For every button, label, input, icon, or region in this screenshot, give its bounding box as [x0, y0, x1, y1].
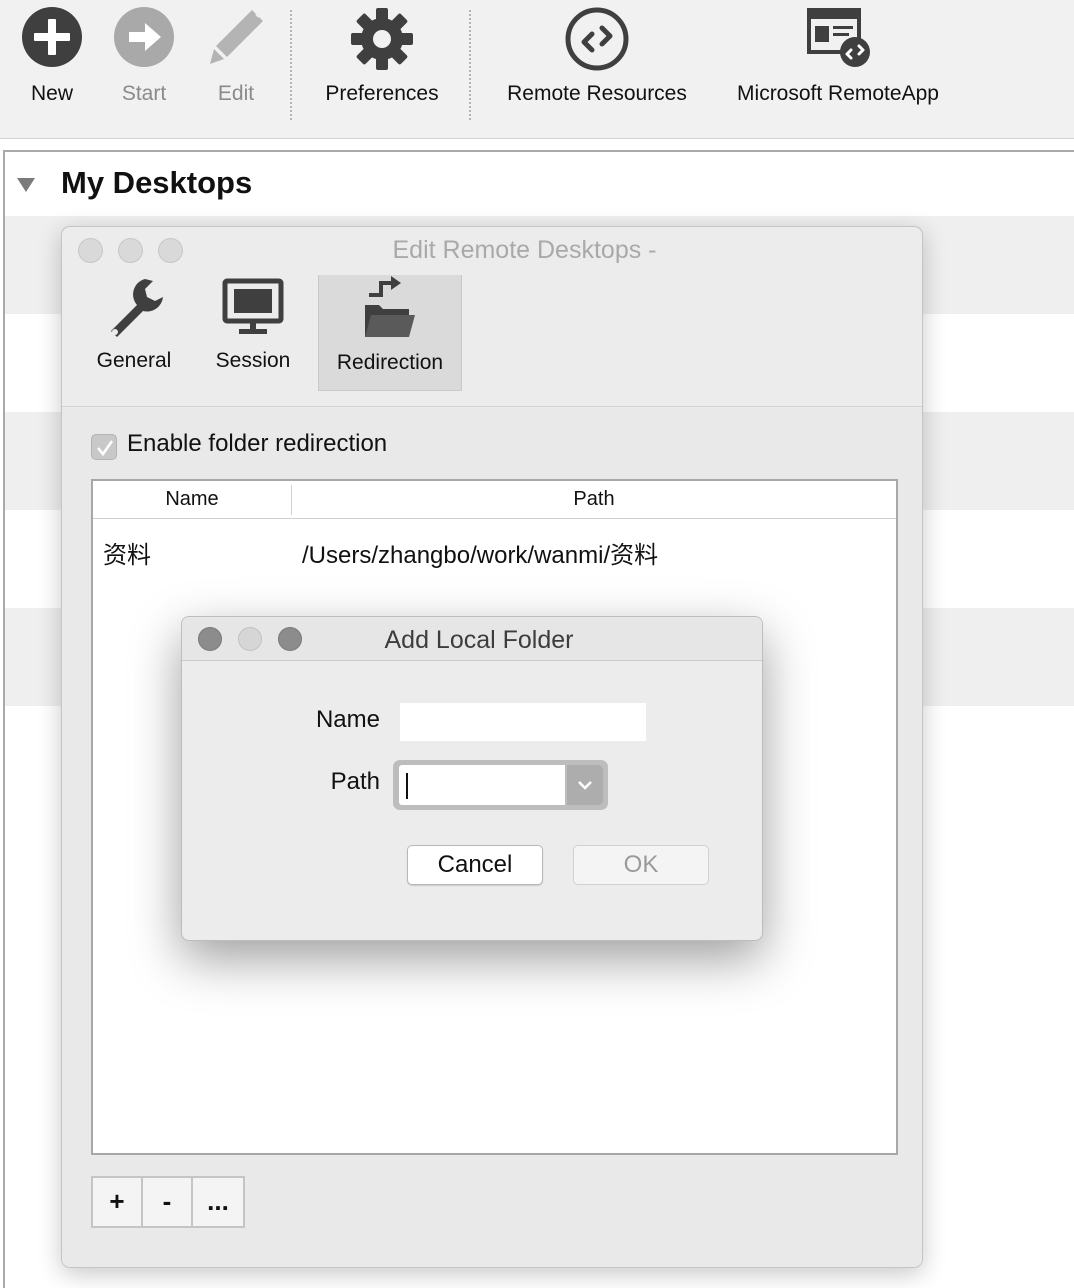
dialog-titlebar: Add Local Folder [182, 617, 762, 661]
start-button[interactable]: Start [110, 6, 178, 106]
tab-session[interactable]: Session [208, 275, 298, 391]
disclosure-triangle-icon[interactable] [17, 178, 35, 192]
gear-icon [351, 8, 413, 70]
tab-session-label: Session [215, 349, 291, 372]
remote-resources-icon [565, 7, 629, 71]
path-label: Path [330, 768, 380, 795]
preference-tabs: General Session Redirection [62, 273, 922, 407]
toolbar-separator [290, 10, 292, 120]
new-label: New [30, 82, 73, 105]
dialog-title: Add Local Folder [384, 626, 574, 654]
checkmark-icon [97, 440, 114, 457]
cancel-button[interactable]: Cancel [407, 845, 543, 885]
path-field[interactable] [399, 765, 565, 805]
tab-redirection-label: Redirection [336, 351, 444, 374]
arrow-circle-icon [114, 7, 174, 67]
enable-folder-redirection-checkbox[interactable] [91, 434, 117, 460]
group-header[interactable]: My Desktops [5, 152, 1074, 216]
remote-resources-label: Remote Resources [507, 82, 687, 105]
chevron-down-icon [578, 781, 592, 790]
window-titlebar: Edit Remote Desktops - [62, 227, 922, 273]
path-dropdown-button[interactable] [567, 765, 603, 805]
window-title: Edit Remote Desktops - [392, 236, 657, 264]
column-header-name[interactable]: Name [93, 481, 291, 519]
add-folder-button[interactable]: + [93, 1178, 143, 1226]
group-title: My Desktops [61, 165, 253, 200]
start-label: Start [121, 82, 167, 105]
tab-general[interactable]: General [86, 275, 182, 391]
name-label: Name [315, 706, 380, 733]
remove-folder-button[interactable]: - [143, 1178, 193, 1226]
wrench-icon [111, 279, 163, 337]
tab-redirection[interactable]: Redirection [318, 275, 462, 391]
preferences-button[interactable]: Preferences [318, 6, 446, 106]
preferences-label: Preferences [325, 82, 439, 105]
remoteapp-icon [807, 8, 870, 67]
enable-folder-redirection-label: Enable folder redirection [127, 430, 388, 457]
new-button[interactable]: New [18, 6, 86, 106]
main-toolbar: New Start Edit Preferences Remote Resour… [0, 0, 1074, 139]
monitor-icon [222, 278, 284, 334]
row-name-cell: 资料 [103, 542, 151, 569]
ok-button[interactable]: OK [573, 845, 709, 885]
tab-general-label: General [96, 349, 172, 372]
pencil-icon [210, 10, 263, 64]
name-field[interactable] [400, 703, 646, 741]
plus-circle-icon [22, 7, 82, 67]
add-local-folder-dialog: Add Local Folder Name Path Cancel OK [181, 616, 763, 941]
path-combobox[interactable] [393, 760, 608, 810]
more-options-button[interactable]: ... [193, 1178, 243, 1226]
toolbar-separator [469, 10, 471, 120]
column-header-path[interactable]: Path [292, 481, 896, 519]
row-path-cell: /Users/zhangbo/work/wanmi/资料 [302, 542, 659, 569]
text-caret [406, 773, 408, 799]
table-action-buttons: + - ... [91, 1176, 245, 1228]
remoteapp-label: Microsoft RemoteApp [737, 82, 939, 105]
folder-redirect-icon [365, 276, 415, 337]
edit-label: Edit [217, 82, 255, 105]
edit-button[interactable]: Edit [201, 6, 271, 106]
remote-resources-button[interactable]: Remote Resources [498, 6, 696, 106]
header-divider [93, 518, 896, 519]
remoteapp-button[interactable]: Microsoft RemoteApp [726, 6, 950, 106]
